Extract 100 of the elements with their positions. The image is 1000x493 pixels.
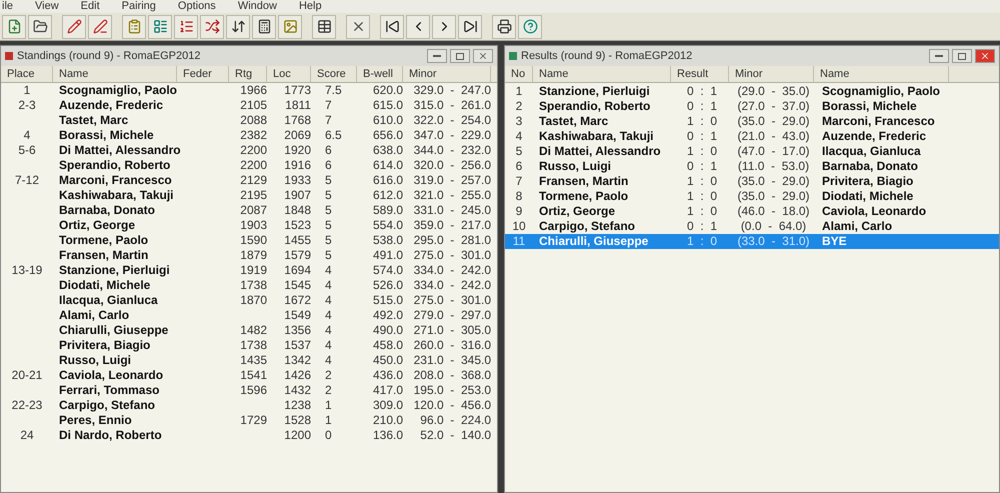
name-cell: Auzende, Frederic (822, 129, 926, 143)
menu-item[interactable]: View (35, 0, 59, 13)
column-header[interactable]: Name (533, 66, 671, 82)
column-header[interactable]: B-well (357, 66, 403, 82)
result-row[interactable]: 6 Russo, Luigi 0 : 1 (11.0 - 53.0) Barnaba, Donato (505, 159, 999, 174)
minimize-button[interactable] (427, 49, 447, 63)
toolbar-button[interactable] (346, 14, 370, 38)
name-cell: Peres, Ennio (59, 413, 132, 427)
result-row[interactable]: 7 Fransen, Martin 1 : 0 (35.0 - 29.0) Privitera, Biagio (505, 174, 999, 189)
result-row[interactable]: 11 Chiarulli, Giuseppe 1 : 0 (33.0 - 31.0) BYE (505, 234, 999, 249)
b-well-cell: 490.0 (372, 323, 403, 337)
name-cell: Borassi, Michele (59, 128, 154, 142)
minor-cell: (29.0 - 35.0) (737, 84, 810, 98)
toolbar-button[interactable] (226, 14, 250, 38)
b-well-cell: 554.0 (372, 218, 403, 232)
score-cell: 7 (325, 98, 332, 112)
name-cell: Alami, Carlo (59, 308, 130, 322)
number-cell: 10 (512, 219, 526, 233)
column-header[interactable]: No (505, 66, 533, 82)
score-cell: 4 (325, 308, 332, 322)
toolbar-button[interactable] (380, 14, 404, 38)
picture-icon (282, 19, 298, 34)
menu-item[interactable]: Help (298, 0, 322, 13)
number-cell: 1 (516, 84, 522, 98)
name-cell: Kashiwabara, Takuji (59, 188, 174, 202)
name-cell: Diodati, Michele (822, 189, 914, 203)
b-well-cell: 515.0 (372, 293, 403, 307)
toolbar-button[interactable] (406, 14, 430, 38)
result-row[interactable]: 10 Carpigo, Stefano 0 : 1 (0.0 - 64.0) Alami, Carlo (505, 219, 999, 234)
minor-cell: (0.0 - 64.0) (740, 219, 806, 233)
toolbar-button[interactable] (432, 14, 456, 38)
column-header[interactable]: Score (311, 66, 357, 82)
calculator-icon (256, 19, 272, 34)
maximize-button[interactable] (952, 49, 972, 63)
menu-item[interactable]: Edit (80, 0, 100, 13)
loc-cell: 1768 (284, 113, 311, 127)
menu-item[interactable]: Options (178, 0, 216, 13)
score-cell: 4 (325, 293, 332, 307)
menu-item[interactable]: Window (238, 0, 277, 13)
name-cell: Diodati, Michele (59, 278, 150, 292)
name-cell: Caviola, Leonardo (59, 368, 164, 382)
minor-cell: (35.0 - 29.0) (737, 189, 810, 203)
result-row[interactable]: 5 Di Mattei, Alessandro 1 : 0 (47.0 - 17.0) Ilacqua, Gianluca (505, 144, 999, 159)
b-well-cell: 492.0 (372, 308, 403, 322)
minimize-button[interactable] (929, 49, 949, 63)
column-header[interactable]: Place (1, 66, 53, 82)
column-header[interactable]: Name (814, 66, 949, 82)
loc-cell: 2069 (284, 128, 311, 142)
list-icon (152, 19, 168, 34)
column-header[interactable]: Feder (177, 66, 229, 82)
minor-cell: 320.0 - 256.0 (414, 158, 491, 172)
menu-item[interactable]: ile (2, 0, 14, 13)
number-cell: 5 (516, 144, 522, 158)
close-button[interactable] (975, 49, 995, 63)
result-row[interactable]: 9 Ortiz, George 1 : 0 (46.0 - 18.0) Caviola, Leonardo (505, 204, 999, 219)
close-icon (478, 51, 488, 61)
b-well-cell: 589.0 (372, 203, 403, 217)
result-row[interactable]: 4 Kashiwabara, Takuji 0 : 1 (21.0 - 43.0) Auzende, Frederic (505, 129, 999, 144)
rating-cell: 1482 (240, 323, 267, 337)
result-row[interactable]: 8 Tormene, Paolo 1 : 0 (35.0 - 29.0) Diodati, Michele (505, 189, 999, 204)
menu-item[interactable]: Pairing (122, 0, 156, 13)
toolbar-button[interactable] (458, 14, 482, 38)
loc-cell: 1549 (284, 308, 311, 322)
loc-cell: 1848 (284, 203, 311, 217)
minor-cell: 359.0 - 217.0 (414, 218, 491, 232)
name-cell: Privitera, Biagio (59, 338, 150, 352)
column-header[interactable]: Rtg (229, 66, 267, 82)
b-well-cell: 612.0 (372, 188, 403, 202)
column-header[interactable]: Minor (403, 66, 491, 82)
maximize-button[interactable] (450, 49, 470, 63)
name-cell: Barnaba, Donato (59, 203, 156, 217)
toolbar-button[interactable] (492, 14, 516, 38)
first-icon (384, 19, 400, 34)
close-button[interactable] (473, 49, 493, 63)
toolbar-button[interactable] (28, 14, 52, 38)
column-header[interactable]: Loc (267, 66, 311, 82)
rating-cell: 1590 (240, 233, 267, 247)
score-cell: 1 (325, 413, 332, 427)
minor-cell: 271.0 - 305.0 (414, 323, 491, 337)
rating-cell: 1596 (240, 383, 267, 397)
b-well-cell: 538.0 (372, 233, 403, 247)
minor-cell: (27.0 - 37.0) (737, 99, 810, 113)
toolbar-button[interactable] (252, 14, 276, 38)
result-row[interactable]: 3 Tastet, Marc 1 : 0 (35.0 - 29.0) Marconi, Francesco (505, 114, 999, 129)
result-row[interactable]: 1 Stanzione, Pierluigi 0 : 1 (29.0 - 35.0) Scognamiglio, Paolo (505, 84, 999, 99)
result-row[interactable]: 2 Sperandio, Roberto 0 : 1 (27.0 - 37.0) Borassi, Michele (505, 99, 999, 114)
loc-cell: 1672 (284, 293, 311, 307)
minor-cell: 231.0 - 345.0 (414, 353, 491, 367)
loc-cell: 1342 (284, 353, 311, 367)
new-file-icon (6, 19, 22, 34)
minor-cell: 334.0 - 242.0 (414, 278, 491, 292)
name-cell: Scognamiglio, Paolo (822, 84, 940, 98)
column-header[interactable]: Result (671, 66, 729, 82)
app-icon (509, 52, 517, 60)
place-cell: 2-3 (18, 98, 36, 112)
rating-cell: 2087 (240, 203, 267, 217)
name-cell: Barnaba, Donato (822, 159, 918, 173)
column-header[interactable]: Minor (729, 66, 814, 82)
toolbar-button[interactable] (312, 14, 336, 38)
column-header[interactable]: Name (53, 66, 177, 82)
